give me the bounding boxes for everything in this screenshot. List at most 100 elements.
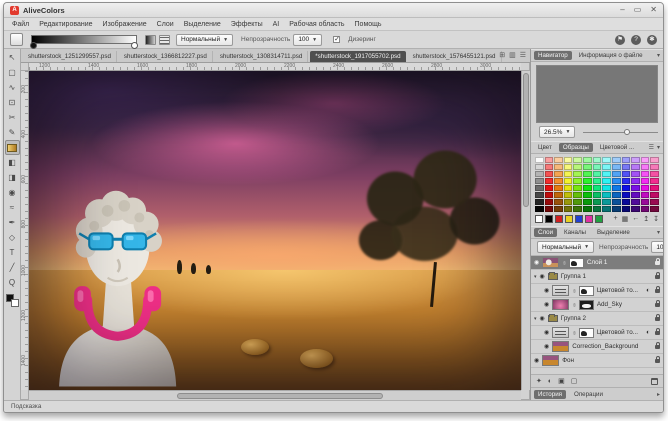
panel-menu-icon[interactable]: ▾ [657,52,660,59]
visibility-eye-icon[interactable]: ◉ [544,344,549,350]
visibility-eye-icon[interactable]: ◉ [534,260,539,266]
swatch[interactable] [650,185,659,191]
menu-item-выделение[interactable]: Выделение [184,21,221,28]
swatch[interactable] [641,199,650,205]
swatch[interactable] [641,178,650,184]
swatch[interactable] [583,206,592,212]
swatch[interactable] [650,171,659,177]
dither-checkbox[interactable] [333,36,340,43]
menu-item-рабочая-область[interactable]: Рабочая область [289,21,344,28]
vertical-scrollbar[interactable] [521,71,530,390]
swatch[interactable] [622,185,631,191]
swatch[interactable] [545,206,554,212]
swatch[interactable] [641,164,650,170]
swatch[interactable] [545,164,554,170]
swatch[interactable] [564,192,573,198]
link-icon[interactable]: ∞ [571,289,577,293]
swatch[interactable] [583,164,592,170]
layer-row[interactable]: ◉Фон [531,354,663,368]
gradient-editor[interactable] [31,35,137,44]
link-icon[interactable]: ∞ [571,303,577,307]
quick-swatch[interactable] [585,215,593,223]
gradient-tool[interactable] [5,140,20,155]
menu-item-файл[interactable]: Файл [12,21,29,28]
swatch[interactable] [564,199,573,205]
tab-channels[interactable]: Каналы [560,228,590,237]
new-group-icon[interactable]: ▣ [558,377,565,385]
panel-menu-icon[interactable]: ▾ [657,144,660,151]
cut-tool[interactable]: ✂ [5,110,20,125]
swatch[interactable] [602,171,611,177]
visibility-eye-icon[interactable]: ◉ [540,274,545,280]
quick-swatch[interactable] [565,215,573,223]
tab-navigator[interactable]: Навигатор [534,51,572,60]
layer-row[interactable]: ◉∞Слой 1 [531,256,663,270]
pencil-tool[interactable]: ✎ [5,125,20,140]
gradient-type-linear-button[interactable] [145,35,156,45]
menu-item-ai[interactable]: AI [273,21,280,28]
float-view-icon[interactable]: ▥ [509,51,516,59]
swatch[interactable] [554,192,563,198]
new-layer-icon[interactable]: ▢ [571,377,578,385]
swatch[interactable] [554,178,563,184]
horizontal-scrollbar[interactable] [29,390,521,400]
swatch[interactable] [554,206,563,212]
swatch[interactable] [573,164,582,170]
swatch[interactable] [602,157,611,163]
swatch[interactable] [631,185,640,191]
swatch[interactable] [641,171,650,177]
help-icon[interactable]: ? [631,35,641,45]
visibility-eye-icon[interactable]: ◉ [544,288,549,294]
blend-mode-select[interactable]: Нормальный▼ [176,34,233,46]
effects-icon[interactable]: ✦ [536,377,542,385]
visibility-eye-icon[interactable]: ◉ [534,358,539,364]
zoom-tool[interactable]: Q [5,275,20,290]
swatch[interactable] [583,178,592,184]
document-tab[interactable]: shutterstock_1366812227.psd [119,51,213,62]
swatch[interactable] [593,199,602,205]
lock-icon[interactable] [655,317,660,321]
import-swatches-icon[interactable]: ↥ [643,215,649,223]
swatch[interactable] [612,199,621,205]
back-icon[interactable]: ← [632,215,639,223]
document-tab[interactable]: shutterstock_1308314711.psd [215,51,308,62]
swatch[interactable] [631,157,640,163]
canvas[interactable] [29,71,521,390]
maximize-button[interactable]: ▭ [634,5,642,15]
gradient-type-radial-button[interactable] [159,35,170,45]
swatch[interactable] [612,178,621,184]
document-tab[interactable]: *shutterstock_1917055702.psd [310,51,405,62]
swatch[interactable] [612,185,621,191]
swatch[interactable] [631,178,640,184]
adjustment-icon[interactable]: ◐ [548,378,552,385]
gradient-preset-button[interactable] [10,33,23,46]
swatch[interactable] [631,199,640,205]
layer-row[interactable]: ◉Correction_Background [531,340,663,354]
document-tab[interactable]: shutterstock_1251299557.psd [23,51,117,62]
swatch[interactable] [612,171,621,177]
swatch[interactable] [573,192,582,198]
quick-swatch[interactable] [595,215,603,223]
panel-list-icon[interactable]: ☰ [649,144,654,151]
swatch[interactable] [612,157,621,163]
swatch[interactable] [593,178,602,184]
swatch[interactable] [593,206,602,212]
swatch[interactable] [650,164,659,170]
swatch[interactable] [545,171,554,177]
swatch[interactable] [535,185,544,191]
document-tab[interactable]: shutterstock_1576455121.psd [408,51,502,62]
swatch[interactable] [622,171,631,177]
swatch[interactable] [602,192,611,198]
swatch[interactable] [535,157,544,163]
swatch[interactable] [545,178,554,184]
swatch[interactable] [545,199,554,205]
layer-row[interactable]: ◉∞Цветовой то...◐ [531,284,663,298]
swatch[interactable] [593,192,602,198]
swatch[interactable] [535,164,544,170]
pen-tool[interactable]: ✒ [5,215,20,230]
tab-layers[interactable]: Слои [534,228,557,237]
link-icon[interactable]: ∞ [571,331,577,335]
swatch[interactable] [573,171,582,177]
swatch[interactable] [583,192,592,198]
swatch[interactable] [545,192,554,198]
